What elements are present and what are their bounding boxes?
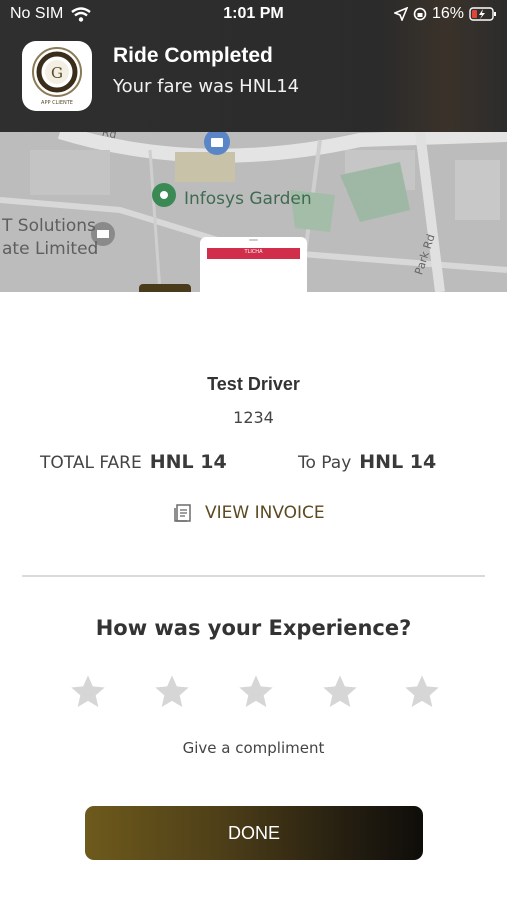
star-icon[interactable] bbox=[236, 672, 276, 712]
orientation-lock-icon bbox=[413, 7, 427, 21]
star-icon[interactable] bbox=[320, 672, 360, 712]
star-icon[interactable] bbox=[152, 672, 192, 712]
app-icon: G APP CLIENTE bbox=[22, 41, 92, 111]
to-pay-label: To Pay bbox=[298, 453, 352, 473]
driver-name: Test Driver bbox=[207, 374, 300, 394]
location-arrow-icon bbox=[393, 7, 408, 21]
vehicle-tab bbox=[139, 284, 191, 292]
star-rating bbox=[60, 672, 450, 712]
battery-charging-icon bbox=[469, 7, 496, 21]
battery-percent: 16% bbox=[431, 5, 464, 22]
driver-id: 1234 bbox=[233, 408, 274, 427]
to-pay: To Pay HNL 14 bbox=[298, 451, 436, 473]
divider bbox=[22, 575, 485, 577]
map-poi-label: ate Limited bbox=[2, 239, 99, 259]
give-compliment-link[interactable]: Give a compliment bbox=[0, 739, 507, 757]
star-icon[interactable] bbox=[68, 672, 108, 712]
svg-text:G: G bbox=[51, 64, 63, 82]
map-poi-garden-label: Infosys Garden bbox=[184, 189, 312, 209]
notification-body: Your fare was HNL14 bbox=[113, 76, 300, 97]
invoice-icon bbox=[174, 504, 191, 522]
to-pay-value: HNL 14 bbox=[359, 451, 437, 473]
total-fare-label: TOTAL FARE bbox=[40, 453, 142, 473]
phone-header-text: TLICHA bbox=[244, 249, 263, 255]
map-poi-label: T Solutions bbox=[2, 216, 96, 236]
done-button[interactable]: DONE bbox=[85, 806, 423, 860]
total-fare-value: HNL 14 bbox=[149, 451, 227, 473]
view-invoice-button[interactable]: VIEW INVOICE bbox=[173, 503, 325, 523]
star-icon[interactable] bbox=[402, 672, 442, 712]
phone-header-bar: TLICHA bbox=[207, 248, 300, 259]
status-right: 16% bbox=[393, 5, 497, 23]
notification-title: Ride Completed bbox=[113, 44, 273, 67]
phone-notch bbox=[249, 239, 258, 241]
experience-title: How was your Experience? bbox=[95, 616, 412, 640]
status-bar: No SIM 1:01 PM 16% bbox=[0, 0, 507, 30]
app-caption: APP CLIENTE bbox=[41, 100, 73, 106]
total-fare: TOTAL FARE HNL 14 bbox=[40, 451, 227, 473]
view-invoice-label: VIEW INVOICE bbox=[205, 503, 325, 523]
phone-preview: TLICHA bbox=[200, 237, 307, 297]
